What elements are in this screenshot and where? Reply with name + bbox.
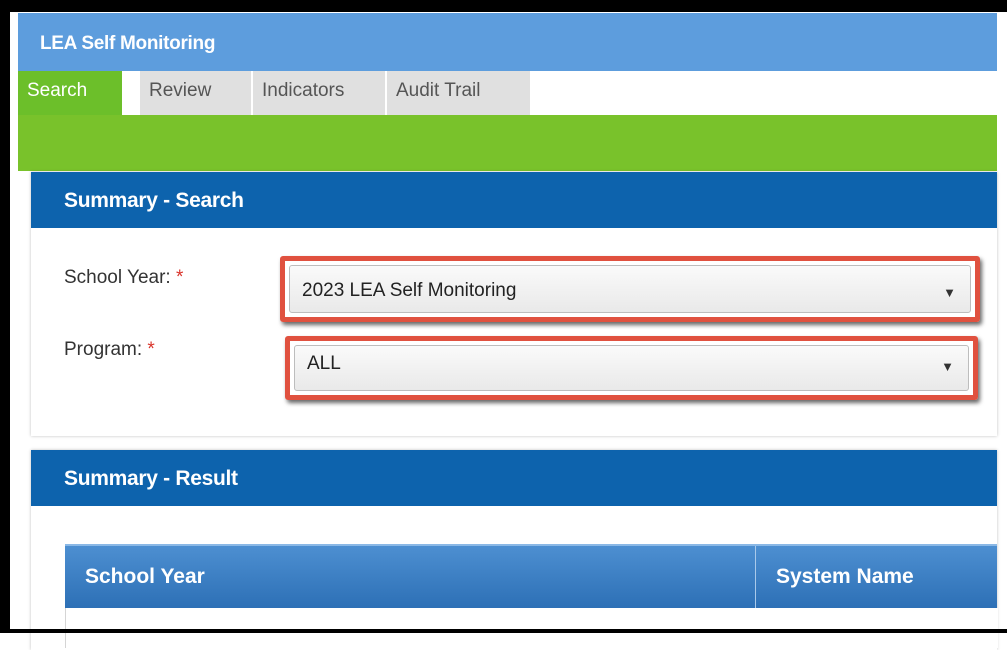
program-label: Program: * [64, 339, 155, 361]
summary-result-panel: Summary - Result School Year System Name [31, 450, 998, 650]
app-title: LEA Self Monitoring [40, 33, 216, 54]
triangle-down-icon: ▼ [943, 285, 956, 300]
column-header-system-name[interactable]: System Name [756, 546, 997, 610]
label-text: School Year: [64, 267, 171, 288]
summary-search-panel: Summary - Search School Year: * 2023 LEA… [31, 172, 997, 436]
panel-title: Summary - Result [31, 450, 997, 506]
frame-bottom-edge [0, 629, 1007, 633]
label-text: Program: [64, 339, 143, 360]
tab-label: Search [27, 80, 88, 101]
app-header: LEA Self Monitoring [18, 13, 997, 71]
required-marker: * [147, 339, 155, 360]
tab-content-band [18, 115, 997, 171]
tab-bar: Search Review Indicators Audit Trail [18, 71, 997, 117]
tab-indicators[interactable]: Indicators [253, 71, 387, 117]
results-table-body [65, 608, 998, 648]
frame-top-edge [0, 0, 1007, 12]
panel-title: Summary - Search [31, 172, 997, 228]
tab-label: Indicators [262, 80, 345, 101]
tab-review[interactable]: Review [140, 71, 253, 117]
select-value: ALL [307, 353, 341, 374]
school-year-highlight: 2023 LEA Self Monitoring ▼ [280, 256, 980, 322]
frame-left-edge [0, 0, 10, 633]
program-highlight: ALL ▼ [285, 336, 978, 400]
select-value: 2023 LEA Self Monitoring [302, 280, 517, 301]
column-header-school-year[interactable]: School Year [65, 546, 755, 610]
program-select[interactable]: ALL ▼ [294, 345, 969, 391]
school-year-label: School Year: * [64, 267, 183, 289]
school-year-select[interactable]: 2023 LEA Self Monitoring ▼ [289, 265, 971, 313]
tab-label: Review [149, 80, 212, 101]
tab-audit-trail[interactable]: Audit Trail [387, 71, 532, 117]
required-marker: * [175, 267, 184, 288]
triangle-down-icon: ▼ [941, 359, 954, 374]
results-table-header: School Year System Name [65, 544, 997, 610]
tab-search[interactable]: Search [18, 71, 124, 117]
tab-label: Audit Trail [396, 80, 481, 101]
